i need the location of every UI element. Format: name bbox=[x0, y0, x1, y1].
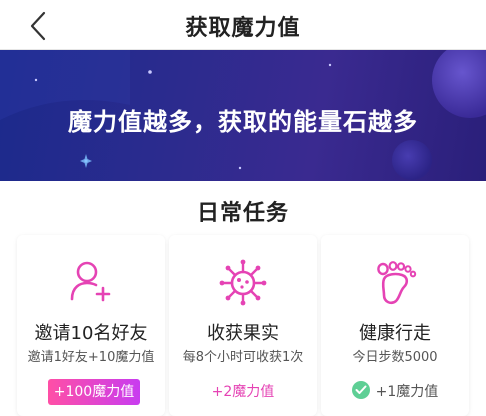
check-icon bbox=[351, 381, 370, 399]
task-description: 邀请1好友+10魔力值 bbox=[27, 350, 155, 365]
reward-completed: +1魔力值 bbox=[321, 379, 469, 405]
task-description: 每8个小时可收获1次 bbox=[182, 350, 304, 365]
add-user-icon bbox=[70, 261, 111, 302]
banner-slogan: 魔力值越多，获取的能量石越多 bbox=[68, 108, 418, 136]
footprint-icon bbox=[377, 261, 417, 305]
app-header: 获取魔力值 bbox=[0, 0, 486, 50]
reward-label[interactable]: +2魔力值 bbox=[169, 379, 317, 405]
task-name: 健康行走 bbox=[359, 323, 431, 344]
fruit-icon bbox=[219, 259, 267, 306]
section-title: 日常任务 bbox=[196, 201, 289, 226]
daily-tasks-section: 日常任务 邀请10名好友 邀请1好友+10魔力值 +100魔力值 收获果实 每8… bbox=[0, 181, 486, 416]
task-description: 今日步数5000 bbox=[352, 350, 438, 365]
task-name: 收获果实 bbox=[207, 323, 279, 344]
reward-label: +1魔力值 bbox=[375, 384, 439, 400]
task-card-invite-friends[interactable]: 邀请10名好友 邀请1好友+10魔力值 +100魔力值 bbox=[17, 235, 165, 416]
task-card-healthy-walk[interactable]: 健康行走 今日步数5000 +1魔力值 bbox=[321, 235, 469, 416]
task-card-harvest-fruit[interactable]: 收获果实 每8个小时可收获1次 +2魔力值 bbox=[169, 235, 317, 416]
page-title: 获取魔力值 bbox=[185, 16, 301, 41]
task-name: 邀请10名好友 bbox=[34, 323, 148, 344]
reward-button[interactable]: +100魔力值 bbox=[48, 379, 140, 405]
promo-banner: 魔力值越多，获取的能量石越多 bbox=[0, 50, 486, 181]
